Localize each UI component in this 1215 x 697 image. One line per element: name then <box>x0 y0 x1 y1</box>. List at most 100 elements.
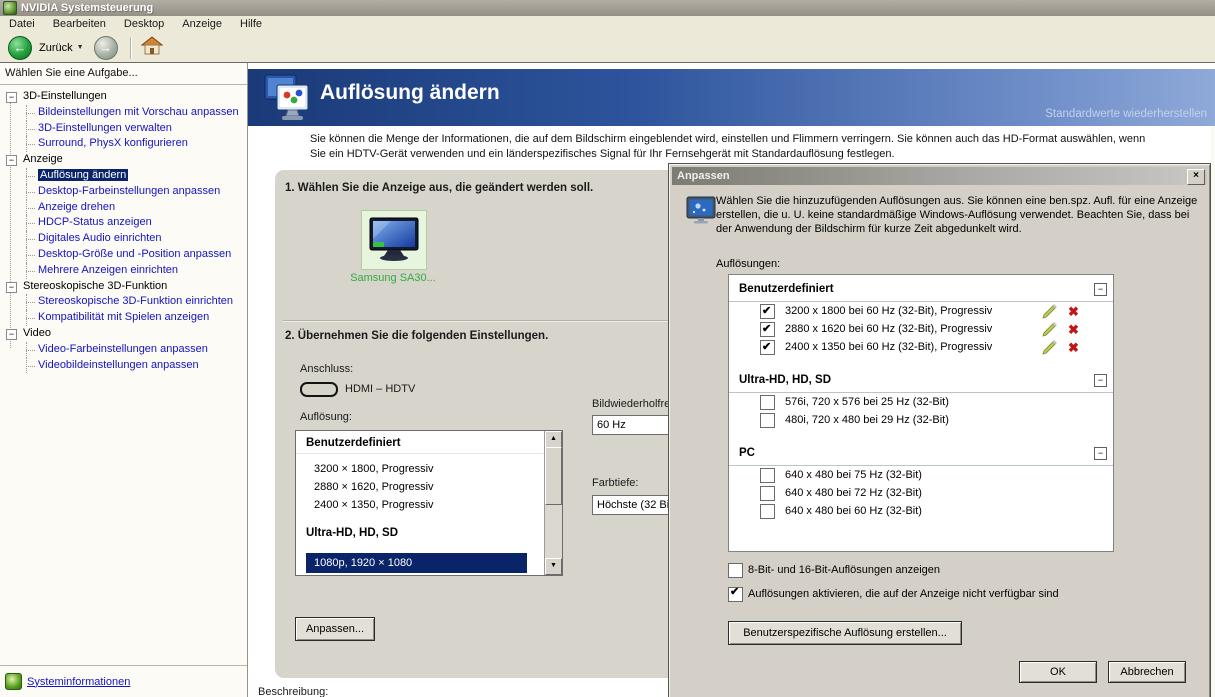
create-custom-resolution-button[interactable]: Benutzerspezifische Auflösung erstellen.… <box>728 621 962 645</box>
resolution-option[interactable]: ✔ 2400 x 1350 bei 60 Hz (32-Bit), Progre… <box>729 338 1113 356</box>
monitor-icon <box>369 217 419 261</box>
tree-item-surround-physx[interactable]: Surround, PhysX konfigurieren <box>0 136 247 152</box>
tree-item-desktop-farbeinstellungen[interactable]: Desktop-Farbeinstellungen anpassen <box>0 183 247 200</box>
menu-desktop[interactable]: Desktop <box>115 16 173 33</box>
home-button[interactable] <box>140 36 163 59</box>
scroll-down-icon[interactable]: ▼ <box>545 558 562 575</box>
delete-icon[interactable]: ✖ <box>1068 322 1079 337</box>
checkbox[interactable]: ✔ <box>760 486 775 501</box>
monitor-icon <box>686 196 716 227</box>
resolution-option[interactable]: ✔ 640 x 480 bei 75 Hz (32-Bit) <box>729 466 1113 484</box>
resolution-label: Auflösung: <box>300 411 352 423</box>
delete-icon[interactable]: ✖ <box>1068 304 1079 319</box>
cancel-button[interactable]: Abbrechen <box>1108 661 1186 683</box>
toolbar-separator <box>129 36 131 59</box>
tree-item-hdcp-status[interactable]: HDCP-Status anzeigen <box>0 215 247 231</box>
collapse-icon[interactable]: − <box>6 281 17 293</box>
resolutions-label: Auflösungen: <box>716 258 781 270</box>
task-tree: −3D-Einstellungen Bildeinstellungen mit … <box>0 89 247 665</box>
checkbox[interactable]: ✔ <box>728 586 743 602</box>
window-edge-strip <box>1211 126 1215 697</box>
display-name-label: Samsung SA30... <box>350 272 436 284</box>
checkbox[interactable]: ✔ <box>760 322 775 337</box>
list-item[interactable]: 3200 × 1800, Progressiv <box>296 460 562 478</box>
display-settings-icon <box>264 72 312 125</box>
listbox-scrollbar[interactable]: ▲ ▼ <box>544 431 562 575</box>
resolution-option[interactable]: ✔ 2880 x 1620 bei 60 Hz (32-Bit), Progre… <box>729 320 1113 338</box>
dialog-titlebar[interactable]: Anpassen × <box>672 167 1207 185</box>
tree-item-aufloesung-aendern[interactable]: Auflösung ändern <box>0 167 247 184</box>
close-icon[interactable]: × <box>1187 169 1205 185</box>
tree-item-digitales-audio[interactable]: Digitales Audio einrichten <box>0 231 247 247</box>
home-icon <box>140 36 163 55</box>
system-info-link[interactable]: Systeminformationen <box>27 676 130 688</box>
list-item-selected[interactable]: 1080p, 1920 × 1080 <box>306 553 527 573</box>
back-label[interactable]: Zurück <box>39 42 73 54</box>
checkbox[interactable]: ✔ <box>760 504 775 519</box>
tree-group-3d-einstellungen[interactable]: −3D-Einstellungen <box>0 89 247 105</box>
nvidia-control-panel-window: NVIDIA Systemsteuerung Datei Bearbeiten … <box>0 0 1215 697</box>
scrollbar-thumb[interactable] <box>545 447 562 505</box>
menu-anzeige[interactable]: Anzeige <box>173 16 231 33</box>
tree-item-mehrere-anzeigen[interactable]: Mehrere Anzeigen einrichten <box>0 262 247 279</box>
toolbar: ← Zurück ▼ → <box>0 33 1215 63</box>
resolution-option[interactable]: ✔ 576i, 720 x 576 bei 25 Hz (32-Bit) <box>729 393 1113 411</box>
tree-group-video[interactable]: − Video <box>0 326 247 342</box>
system-info-icon <box>5 673 22 690</box>
checkbox[interactable]: ✔ <box>728 563 743 578</box>
restore-defaults-link[interactable]: Standardwerte wiederherstellen <box>1045 108 1207 120</box>
resolution-option[interactable]: ✔ 640 x 480 bei 60 Hz (32-Bit) <box>729 502 1113 520</box>
menu-hilfe[interactable]: Hilfe <box>231 16 271 33</box>
tree-item-videobildeinstellungen[interactable]: Videobildeinstellungen anpassen <box>0 357 247 374</box>
checkbox[interactable]: ✔ <box>760 340 775 355</box>
checkbox[interactable]: ✔ <box>760 413 775 428</box>
edit-icon[interactable] <box>1042 340 1057 361</box>
tree-item-video-farbeinstellungen[interactable]: Video-Farbeinstellungen anpassen <box>0 341 247 358</box>
resolution-option[interactable]: ✔ 640 x 480 bei 72 Hz (32-Bit) <box>729 484 1113 502</box>
connector-value: HDMI – HDTV <box>345 383 416 395</box>
checkbox[interactable]: ✔ <box>760 304 775 319</box>
collapse-icon[interactable]: − <box>1094 283 1107 296</box>
resolution-listbox[interactable]: Benutzerdefiniert 3200 × 1800, Progressi… <box>295 430 563 576</box>
display-tile-samsung[interactable] <box>361 210 427 270</box>
customize-button[interactable]: Anpassen... <box>295 617 375 641</box>
back-button[interactable]: ← <box>8 35 32 60</box>
collapse-icon[interactable]: − <box>6 328 17 340</box>
scroll-up-icon[interactable]: ▲ <box>545 431 562 448</box>
step1-title: 1. Wählen Sie die Anzeige aus, die geänd… <box>285 182 594 194</box>
collapse-icon[interactable]: − <box>6 92 17 103</box>
show-8bit-checkbox-row[interactable]: ✔ 8-Bit- und 16-Bit-Auflösungen anzeigen <box>728 563 940 578</box>
sidebar-footer: Systeminformationen <box>0 665 247 697</box>
delete-icon[interactable]: ✖ <box>1068 340 1079 355</box>
page-title: Auflösung ändern <box>320 81 500 104</box>
menu-bar: Datei Bearbeiten Desktop Anzeige Hilfe <box>0 16 1215 33</box>
list-item[interactable]: 2880 × 1620, Progressiv <box>296 478 562 496</box>
enable-unavailable-checkbox-row[interactable]: ✔ Auflösungen aktivieren, die auf der An… <box>728 586 1059 602</box>
app-icon <box>3 1 17 15</box>
sidebar-header: Wählen Sie eine Aufgabe... <box>0 63 247 85</box>
list-item[interactable]: 2400 × 1350, Progressiv <box>296 496 562 514</box>
tree-item-spiele-kompatibilitaet[interactable]: Kompatibilität mit Spielen anzeigen <box>0 310 247 326</box>
tree-group-stereoskopisch[interactable]: − Stereoskopische 3D-Funktion <box>0 279 247 295</box>
ok-button[interactable]: OK <box>1019 661 1097 683</box>
chevron-down-icon[interactable]: ▼ <box>77 44 84 51</box>
step2-title: 2. Übernehmen Sie die folgenden Einstell… <box>285 330 549 342</box>
forward-button[interactable]: → <box>93 35 118 60</box>
resolutions-list[interactable]: Benutzerdefiniert − ✔ 3200 x 1800 bei 60… <box>728 274 1114 552</box>
tree-item-bildeinstellungen[interactable]: Bildeinstellungen mit Vorschau anpassen <box>0 104 247 121</box>
collapse-icon[interactable]: − <box>6 155 17 167</box>
collapse-icon[interactable]: − <box>1094 447 1107 460</box>
refresh-rate-label: Bildwiederholfre <box>592 398 671 410</box>
menu-datei[interactable]: Datei <box>0 16 44 33</box>
tree-item-stereo-einrichten[interactable]: Stereoskopische 3D-Funktion einrichten <box>0 294 247 310</box>
tree-item-3d-verwalten[interactable]: 3D-Einstellungen verwalten <box>0 120 247 137</box>
tree-group-anzeige[interactable]: − Anzeige <box>0 152 247 168</box>
checkbox[interactable]: ✔ <box>760 468 775 483</box>
tree-item-desktop-groesse[interactable]: Desktop-Größe und -Position anpassen <box>0 246 247 263</box>
menu-bearbeiten[interactable]: Bearbeiten <box>44 16 115 33</box>
resolution-option[interactable]: ✔ 3200 x 1800 bei 60 Hz (32-Bit), Progre… <box>729 302 1113 320</box>
collapse-icon[interactable]: − <box>1094 374 1107 387</box>
checkbox[interactable]: ✔ <box>760 395 775 410</box>
resolution-option[interactable]: ✔ 480i, 720 x 480 bei 29 Hz (32-Bit) <box>729 411 1113 429</box>
tree-item-anzeige-drehen[interactable]: Anzeige drehen <box>0 199 247 216</box>
